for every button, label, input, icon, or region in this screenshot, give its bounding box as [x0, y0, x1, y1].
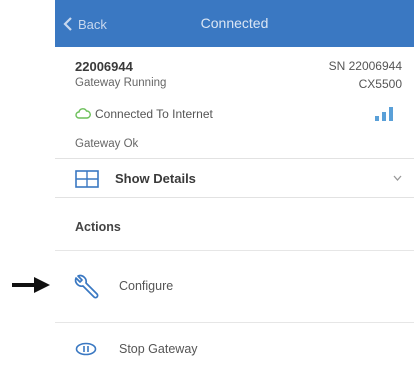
divider — [55, 250, 414, 251]
annotation-arrow-icon — [12, 277, 50, 293]
gateway-health: Gateway Ok — [75, 138, 139, 150]
connection-status-row: Connected To Internet — [75, 105, 213, 123]
navigation-bar: Back Connected — [55, 0, 414, 47]
gateway-status: Gateway Running — [75, 77, 167, 89]
stop-gateway-icon — [75, 342, 97, 356]
page-title: Connected — [200, 15, 269, 31]
mobile-screen: Back Connected 22006944 SN 22006944 Gate… — [55, 0, 414, 373]
serial-number: SN 22006944 — [328, 59, 402, 73]
configure-label: Configure — [119, 279, 174, 293]
gateway-model: CX5500 — [358, 77, 402, 91]
wrench-icon — [74, 274, 99, 299]
gateway-info-panel: 22006944 SN 22006944 Gateway Running CX5… — [55, 47, 414, 157]
configure-button[interactable]: Configure — [55, 252, 414, 318]
show-details-toggle[interactable]: Show Details — [55, 158, 414, 198]
connection-status: Connected To Internet — [95, 107, 213, 121]
cloud-icon — [75, 108, 91, 119]
actions-header: Actions — [75, 220, 121, 234]
stop-gateway-button[interactable]: Stop Gateway — [55, 323, 414, 373]
details-icon — [75, 170, 99, 188]
show-details-label: Show Details — [115, 171, 196, 186]
chevron-down-icon — [393, 175, 402, 181]
signal-icon — [375, 107, 393, 121]
gateway-id: 22006944 — [75, 59, 133, 74]
stop-gateway-label: Stop Gateway — [119, 342, 198, 356]
